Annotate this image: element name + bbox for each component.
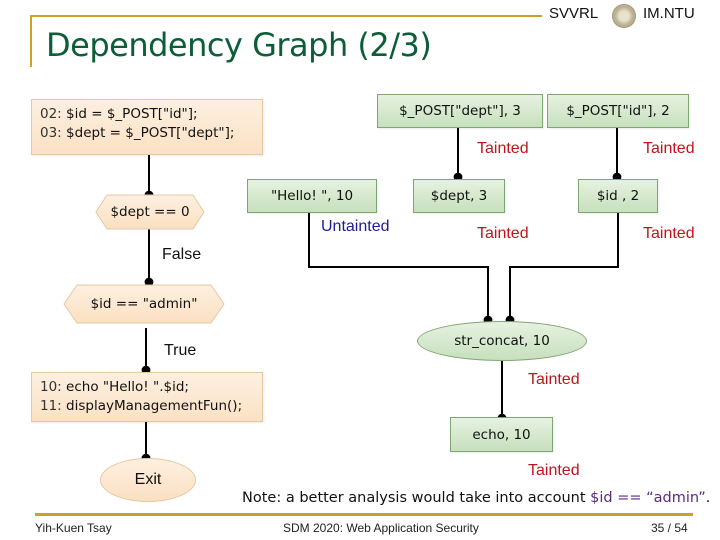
code-line: 11: displayManagementFun(); xyxy=(40,398,243,414)
footer-rule xyxy=(35,513,693,516)
label-post-dept-tainted: Tainted xyxy=(477,140,529,157)
branch-label-true: True xyxy=(164,342,197,359)
node-dept: $dept, 3 xyxy=(413,179,505,213)
label-echo-tainted: Tainted xyxy=(528,462,580,479)
decision-id-eq-admin: $id == "admin" xyxy=(90,296,198,312)
node-str-concat: str_concat, 10 xyxy=(417,321,587,361)
node-hello-string: "Hello! ", 10 xyxy=(247,179,377,213)
node-echo: echo, 10 xyxy=(450,417,553,452)
label-dept-tainted: Tainted xyxy=(477,225,529,242)
footer-course: SDM 2020: Web Application Security xyxy=(283,521,479,535)
code-block-lines-02-03: 02: $id = $_POST["id"]; 03: $dept = $_PO… xyxy=(31,99,263,155)
analysis-note: Note: a better analysis would take into … xyxy=(242,490,711,506)
label-id-tainted: Tainted xyxy=(643,225,695,242)
node-post-dept: $_POST["dept"], 3 xyxy=(377,94,543,128)
branch-label-false: False xyxy=(162,246,202,263)
label-concat-tainted: Tainted xyxy=(528,371,580,388)
footer-page-number: 35 / 54 xyxy=(651,521,688,535)
label-post-id-tainted: Tainted xyxy=(643,140,695,157)
label-hello-untainted: Untainted xyxy=(321,218,390,235)
node-post-id: $_POST["id"], 2 xyxy=(547,94,689,128)
exit-node: Exit xyxy=(100,458,196,502)
graph-edges xyxy=(141,128,622,463)
note-highlight: $id == “admin” xyxy=(590,490,706,506)
code-block-lines-10-11: 10: echo "Hello! ".$id; 11: displayManag… xyxy=(31,372,263,422)
code-line: 03: $dept = $_POST["dept"]; xyxy=(40,125,235,141)
node-id: $id , 2 xyxy=(578,179,658,213)
code-line: 10: echo "Hello! ".$id; xyxy=(40,379,189,395)
footer-author: Yih-Kuen Tsay xyxy=(35,521,112,535)
code-line: 02: $id = $_POST["id"]; xyxy=(40,106,198,122)
decision-dept-eq-0: $dept == 0 xyxy=(110,204,190,220)
